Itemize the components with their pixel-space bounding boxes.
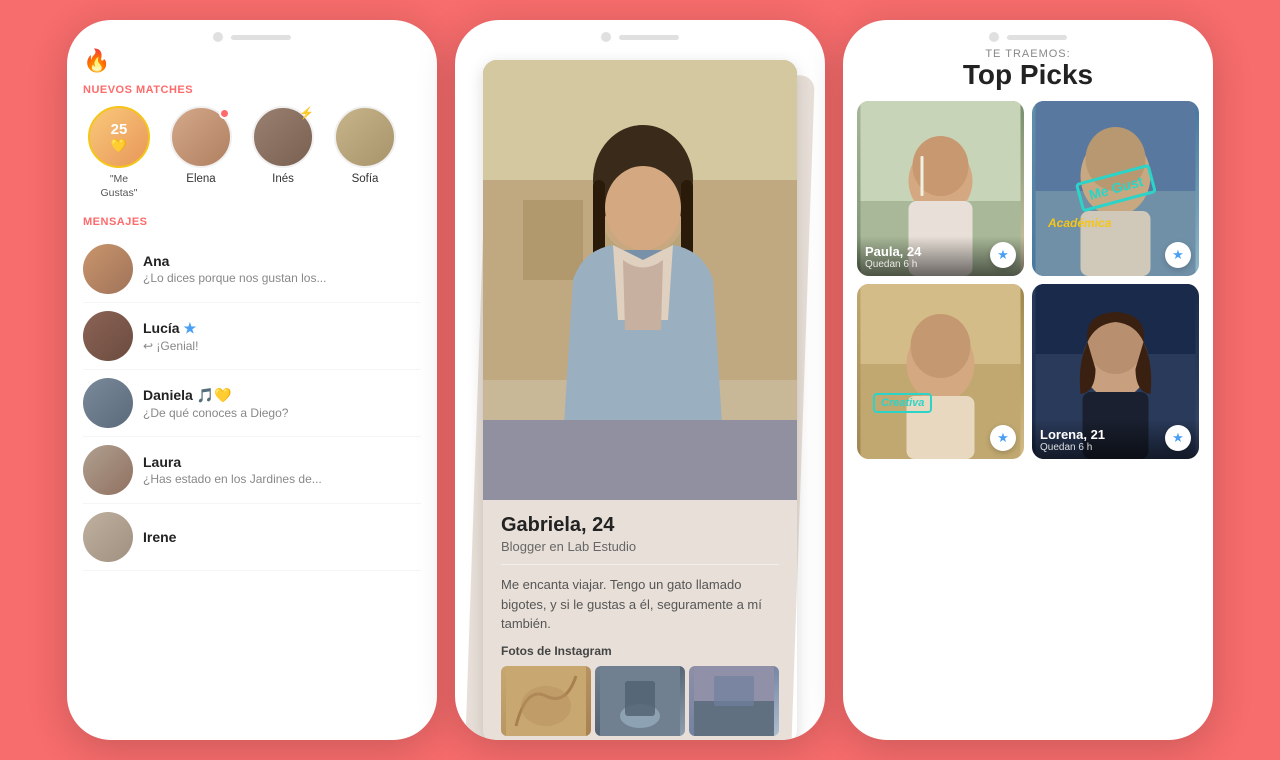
camera-dot-2 (601, 32, 611, 42)
speaker-bar-2 (619, 35, 679, 40)
top-picks-header: TE TRAEMOS: Top Picks (857, 48, 1199, 91)
instagram-photo-2[interactable] (595, 666, 685, 736)
sofia-name: Sofía (352, 173, 379, 185)
profile-name: Gabriela (501, 514, 581, 536)
likes-heart-icon: 💛 (111, 138, 127, 154)
profile-bio: Me encanta viajar. Tengo un gato llamado… (501, 564, 779, 634)
pick-card-lorena[interactable]: Lorena, 21 Quedan 6 h ★ (1032, 284, 1199, 459)
profile-card-stack: Gabriela, 24 Blogger en Lab Estudio Me e… (467, 60, 813, 740)
insta-2-svg (595, 666, 685, 736)
match-elena[interactable]: Elena (165, 106, 237, 185)
likes-avatar: 25 💛 (88, 106, 150, 168)
profile-photo-svg (483, 60, 797, 500)
insta-3-svg (689, 666, 779, 736)
laura-avatar (83, 445, 133, 495)
paula-star-icon: ★ (997, 247, 1009, 263)
speaker-bar-3 (1007, 35, 1067, 40)
ana-avatar (83, 244, 133, 294)
lorena-star-icon: ★ (1172, 430, 1184, 446)
academic-star-icon: ★ (1172, 247, 1184, 263)
phone-2: Gabriela, 24 Blogger en Lab Estudio Me e… (455, 20, 825, 740)
pick-card-creativa[interactable]: Creativa ★ (857, 284, 1024, 459)
ana-preview: ¿Lo dices porque nos gustan los... (143, 271, 421, 285)
camera-dot-3 (989, 32, 999, 42)
likes-count: 25 (111, 121, 128, 138)
instagram-photo-3[interactable] (689, 666, 779, 736)
phone-3: TE TRAEMOS: Top Picks Paula, 24 Quedan 6… (843, 20, 1213, 740)
profile-age: 24 (592, 514, 614, 536)
camera-dot (213, 32, 223, 42)
profile-name-age: Gabriela, 24 (501, 514, 779, 537)
likes-avatar-wrap: 25 💛 (88, 106, 150, 168)
creativa-star[interactable]: ★ (990, 425, 1016, 451)
elena-online-dot (219, 108, 230, 119)
phone-2-notch (455, 20, 825, 48)
match-ines[interactable]: ⚡ Inés (247, 106, 319, 185)
message-laura[interactable]: Laura ¿Has estado en los Jardines de... (83, 437, 421, 504)
profile-info: Gabriela, 24 Blogger en Lab Estudio Me e… (483, 500, 797, 740)
ana-info: Ana ¿Lo dices porque nos gustan los... (143, 253, 421, 285)
top-picks-title: Top Picks (857, 60, 1199, 91)
pick-card-academic[interactable]: Me Gust Académica ★ (1032, 101, 1199, 276)
insta-1-svg (501, 666, 591, 736)
lucia-preview: ↩ ¡Genial! (143, 339, 421, 353)
laura-name: Laura (143, 454, 421, 470)
elena-name: Elena (186, 173, 215, 185)
phone-3-notch (843, 20, 1213, 48)
irene-info: Irene (143, 529, 421, 545)
phone-3-content: TE TRAEMOS: Top Picks Paula, 24 Quedan 6… (843, 48, 1213, 740)
daniela-info: Daniela 🎵💛 ¿De qué conoces a Diego? (143, 387, 421, 420)
academic-star[interactable]: ★ (1165, 242, 1191, 268)
ana-name: Ana (143, 253, 421, 269)
irene-avatar (83, 512, 133, 562)
lucia-avatar (83, 311, 133, 361)
picks-grid: Paula, 24 Quedan 6 h ★ Me Gust (857, 101, 1199, 459)
daniela-avatar (83, 378, 133, 428)
academic-badge: Académica (1048, 216, 1111, 230)
profile-job: Blogger en Lab Estudio (501, 539, 779, 554)
laura-preview: ¿Has estado en los Jardines de... (143, 472, 421, 486)
sofia-avatar (334, 106, 396, 168)
instagram-grid (501, 666, 779, 736)
instagram-label: Fotos de Instagram (501, 644, 779, 658)
lucia-info: Lucía ★ ↩ ¡Genial! (143, 320, 421, 353)
ines-avatar-wrap: ⚡ (252, 106, 314, 168)
lorena-star[interactable]: ★ (1165, 425, 1191, 451)
phone-1-content: 🔥 NUEVOS MATCHES 25 💛 "MeGustas" (67, 48, 437, 740)
creativa-star-icon: ★ (997, 430, 1009, 446)
tinder-logo: 🔥 (83, 48, 421, 74)
phone-1: 🔥 NUEVOS MATCHES 25 💛 "MeGustas" (67, 20, 437, 740)
lucia-name: Lucía ★ (143, 320, 421, 337)
messages-section-label: MENSAJES (83, 216, 421, 228)
elena-avatar-wrap (170, 106, 232, 168)
likes-item[interactable]: 25 💛 "MeGustas" (83, 106, 155, 200)
match-sofia[interactable]: Sofía (329, 106, 401, 185)
lucia-star-icon: ★ (184, 320, 197, 337)
ines-name: Inés (272, 173, 294, 185)
profile-photo (483, 60, 797, 500)
new-matches-label: NUEVOS MATCHES (83, 84, 421, 96)
daniela-emoji: 🎵💛 (197, 387, 232, 404)
laura-info: Laura ¿Has estado en los Jardines de... (143, 454, 421, 486)
phone-2-content: Gabriela, 24 Blogger en Lab Estudio Me e… (455, 48, 825, 740)
daniela-name: Daniela 🎵💛 (143, 387, 421, 404)
message-lucia[interactable]: Lucía ★ ↩ ¡Genial! (83, 303, 421, 370)
matches-row: 25 💛 "MeGustas" Elena ⚡ (83, 106, 421, 200)
irene-name: Irene (143, 529, 421, 545)
creativa-badge: Creativa (873, 393, 932, 413)
message-ana[interactable]: Ana ¿Lo dices porque nos gustan los... (83, 236, 421, 303)
profile-card[interactable]: Gabriela, 24 Blogger en Lab Estudio Me e… (483, 60, 797, 740)
instagram-photo-1[interactable] (501, 666, 591, 736)
profile-comma: , (581, 514, 592, 536)
pick-card-paula[interactable]: Paula, 24 Quedan 6 h ★ (857, 101, 1024, 276)
ines-bolt-icon: ⚡ (299, 106, 314, 120)
speaker-bar (231, 35, 291, 40)
paula-star[interactable]: ★ (990, 242, 1016, 268)
daniela-preview: ¿De qué conoces a Diego? (143, 406, 421, 420)
message-irene[interactable]: Irene (83, 504, 421, 571)
phone-1-notch (67, 20, 437, 48)
likes-label: "MeGustas" (101, 173, 138, 200)
sofia-avatar-wrap (334, 106, 396, 168)
message-daniela[interactable]: Daniela 🎵💛 ¿De qué conoces a Diego? (83, 370, 421, 437)
